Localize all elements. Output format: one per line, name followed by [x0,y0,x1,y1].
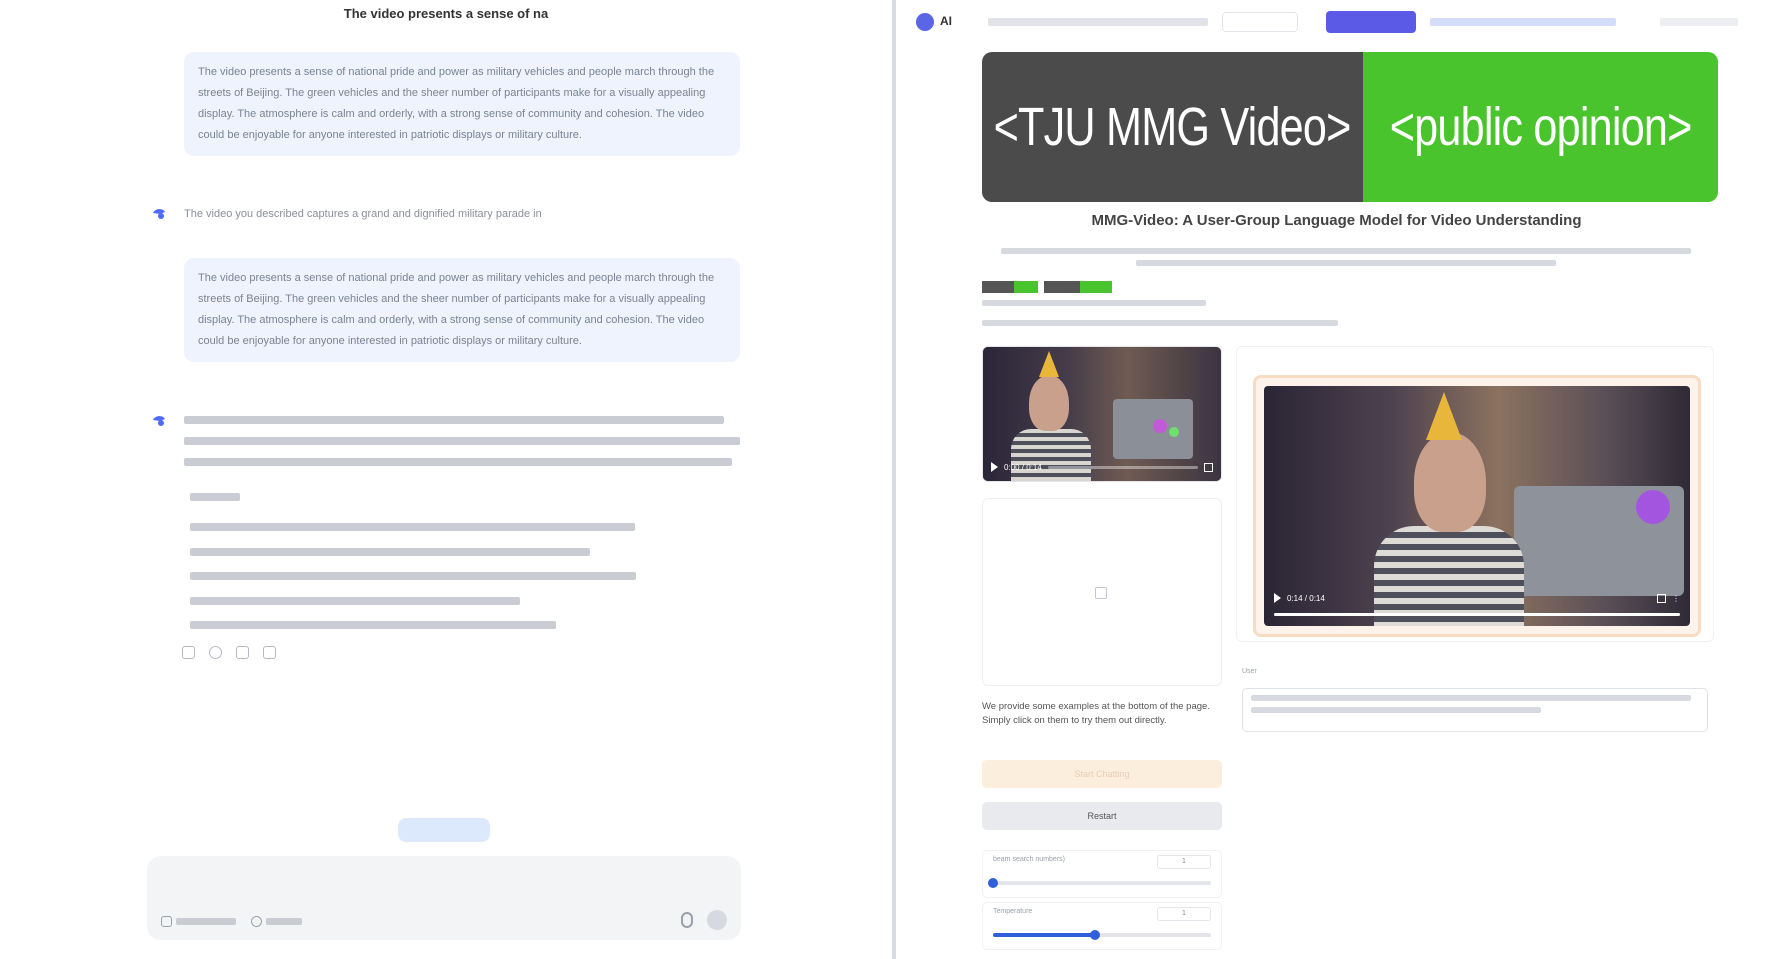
thumbs-down-icon[interactable] [263,646,276,659]
globe-icon [251,916,262,927]
chat-pane: The video presents a sense of na The vid… [0,0,892,959]
web-search-toggle[interactable] [251,916,302,927]
beam-search-slider-group: beam search numbers) 1 [982,850,1222,898]
start-chatting-button[interactable]: Start Chatting [982,760,1222,788]
toolbar-toggle[interactable] [1660,18,1738,26]
list-item [190,523,635,531]
paper-badge[interactable] [1044,281,1112,293]
temperature-slider-group: Temperature 1 [982,902,1222,950]
fullscreen-icon[interactable] [1657,593,1666,603]
toolbar-link[interactable] [1430,18,1616,26]
video-progress[interactable] [1047,465,1198,469]
more-options-icon[interactable]: ⋮ [1672,594,1680,603]
bot-reply-blurred [184,416,744,479]
chatbot-panel: 0:14 / 0:14 ⋮ [1236,346,1714,642]
user-label: User [1242,668,1257,675]
list-heading [190,493,240,501]
deep-think-icon [161,916,172,927]
project-banner: <TJU MMG Video> <public opinion> [982,52,1718,202]
search-button[interactable] [1326,11,1416,33]
image-icon [1095,587,1107,599]
slider-thumb[interactable] [988,878,998,888]
list-item [190,548,590,556]
chat-video-player[interactable]: 0:14 / 0:14 ⋮ [1264,386,1690,626]
beam-search-number[interactable]: 1 [1157,855,1211,869]
chat-title: The video presents a sense of na [343,6,549,21]
play-icon[interactable] [1274,593,1281,603]
send-button[interactable] [707,910,727,930]
toolbar-text [988,18,1208,26]
chat-input-box[interactable] [147,856,741,940]
user-message: The video presents a sense of national p… [184,52,740,156]
demo-note [982,320,1338,326]
video-time: 0:00 / 0:14 [1004,462,1042,472]
thanks-note [982,300,1206,306]
ai-logo-label: AI [940,14,952,28]
banner-right: <public opinion> [1363,52,1718,202]
image-upload[interactable] [982,498,1222,686]
regenerate-icon[interactable] [209,646,222,659]
examples-hint: We provide some examples at the bottom o… [982,701,1210,726]
paperclip-icon[interactable] [681,912,693,928]
language-select[interactable] [1222,12,1298,32]
temperature-slider[interactable] [993,930,1211,940]
browser-pane: AI <TJU MMG Video> <public opinion> MMG-… [896,0,1777,959]
thumbs-up-icon[interactable] [236,646,249,659]
bot-avatar-icon [153,209,165,219]
play-icon[interactable] [991,462,998,472]
slider-thumb[interactable] [1090,930,1101,940]
chat-video-controls: 0:14 / 0:14 ⋮ [1274,590,1680,606]
temperature-number[interactable]: 1 [1157,907,1211,921]
intro-text [996,246,1696,270]
list-item [190,572,636,580]
restart-button[interactable]: Restart [982,802,1222,830]
badges [982,281,1112,293]
copy-icon[interactable] [182,646,195,659]
translator-toolbar: AI [896,0,1777,44]
user-message: The video presents a sense of national p… [184,258,740,362]
list-item [190,621,556,629]
message-actions [182,646,276,659]
chat-video-message: 0:14 / 0:14 ⋮ [1253,375,1701,637]
bot-avatar-icon [153,416,165,426]
temperature-label: Temperature [993,908,1033,915]
bot-reply: The video you described captures a grand… [184,208,542,220]
ai-logo-icon [916,13,934,31]
input-video-player[interactable]: 0:00 / 0:14 [982,346,1222,482]
chat-video-progress[interactable] [1274,613,1680,616]
fullscreen-icon[interactable] [1204,462,1213,472]
video-controls: 0:00 / 0:14 [991,459,1213,475]
new-chat-button[interactable] [398,818,490,842]
app-title: MMG-Video: A User-Group Language Model f… [1091,212,1582,229]
banner-left: <TJU MMG Video> [982,52,1363,202]
github-badge[interactable] [982,281,1038,293]
user-input[interactable] [1242,688,1708,732]
list-item [190,597,520,605]
beam-search-slider[interactable] [988,878,1211,888]
beam-search-label: beam search numbers) [993,856,1065,863]
deep-think-toggle[interactable] [161,916,236,927]
chat-video-time: 0:14 / 0:14 [1287,593,1325,603]
